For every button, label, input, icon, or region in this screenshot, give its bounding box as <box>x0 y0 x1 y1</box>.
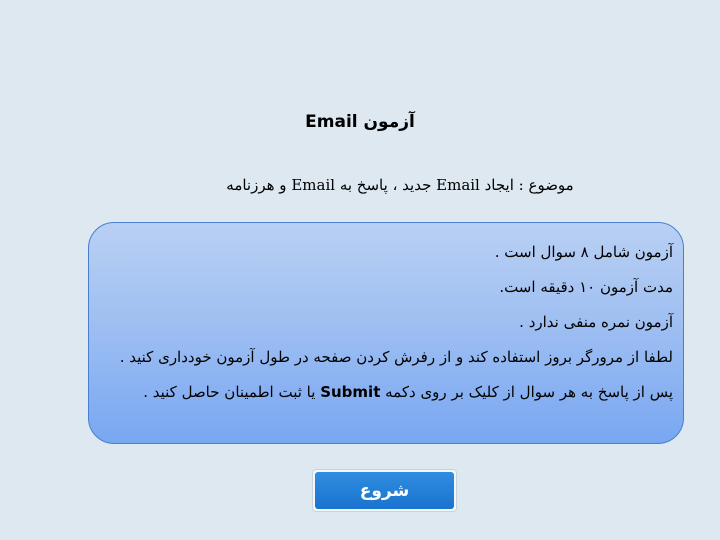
instructions-panel: آزمون شامل ۸ سوال است . مدت آزمون ۱۰ دقی… <box>88 222 684 444</box>
quiz-subject: موضوع : ایجاد Email جدید ، پاسخ به Email… <box>226 176 574 194</box>
start-button-frame: شروع <box>312 469 457 512</box>
page-title: آزمون Email <box>305 112 415 132</box>
start-button[interactable]: شروع <box>315 472 454 509</box>
instruction-question-count: آزمون شامل ۸ سوال است . <box>494 243 673 261</box>
instruction-browser-refresh: لطفا از مرورگر بروز استفاده کند و از رفر… <box>119 348 673 366</box>
instruction-duration: مدت آزمون ۱۰ دقیقه است. <box>499 278 673 296</box>
instruction-submit-text-after: یا ثبت اطمینان حاصل کنید . <box>143 383 321 401</box>
submit-keyword: Submit <box>320 383 381 401</box>
instruction-submit: پس از پاسخ به هر سوال از کلیک بر روی دکم… <box>97 375 673 410</box>
instruction-submit-text-before: پس از پاسخ به هر سوال از کلیک بر روی دکم… <box>380 383 673 401</box>
instruction-no-negative-score: آزمون نمره منفی ندارد . <box>519 313 673 331</box>
